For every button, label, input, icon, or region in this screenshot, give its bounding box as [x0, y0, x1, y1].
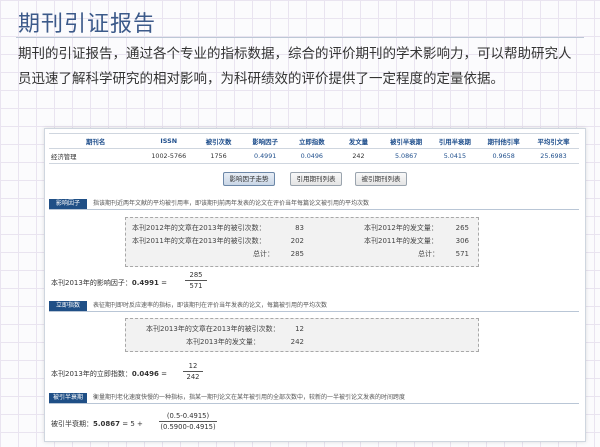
- immediacy-index-denominator: 242: [186, 373, 200, 381]
- citation-report-panel: 期刊名 ISSN 被引次数 影响因子 立即指数 发文量 被引半衰期 引用半衰期 …: [44, 128, 586, 442]
- right-total-label: 总计：: [418, 250, 439, 258]
- articles-2012-label: 本刊2012年的发文量：: [364, 224, 438, 232]
- column-header-issn: ISSN: [142, 133, 196, 149]
- column-header-avg-references: 平均引文率: [528, 133, 579, 149]
- cell-issn: 1002-5766: [142, 148, 196, 164]
- immediacy-index-equals-sign: =: [161, 370, 167, 378]
- immediacy-index-description: 表征期刊即时反应速率的指标，即该期刊在评价当年发表的论文，每篇被引用的平均次数: [93, 302, 328, 309]
- cited-half-life-section-header: 被引半衰期 衡量期刊老化速度快慢的一种指标，指某一期刊论文在某年被引用的全部次数…: [49, 393, 579, 404]
- citations-2012-label: 本刊2012年的文章在2013年的被引次数：: [132, 224, 266, 232]
- articles-2013-value: 242: [290, 338, 304, 346]
- right-total-value: 571: [455, 250, 469, 258]
- cell-cited-half-life: 5.0867: [381, 148, 431, 164]
- articles-2011-value: 306: [455, 237, 469, 245]
- left-total-value: 285: [290, 250, 304, 258]
- cell-journal-name[interactable]: 经济管理: [49, 148, 143, 164]
- cited-half-life-numerator: (0.5-0.4915): [166, 412, 210, 420]
- table-row: 经济管理 1002-5766 1756 0.4991 0.0496 242 5.…: [49, 148, 579, 164]
- citing-journals-list-button[interactable]: 引用期刊列表: [290, 172, 342, 186]
- cited-half-life-tag: 被引半衰期: [49, 393, 87, 403]
- cited-half-life-denominator: (0.5900-0.4915): [160, 423, 216, 431]
- intro-paragraph: 期刊的引证报告，通过各个专业的指标数据，综合的评价期刊的学术影响力，可以帮助研究…: [18, 46, 572, 87]
- cited-half-life-formula-value: 5.0867: [93, 420, 121, 428]
- impact-factor-formula-value: 0.4991: [131, 279, 159, 287]
- cited-half-life-formula-label: 被引半衰期：: [51, 420, 93, 428]
- cell-other-citation-rate: 0.9658: [479, 148, 528, 164]
- impact-factor-description: 指该期刊近两年文献的平均被引用率，即该期刊前两年发表的论文在评价当年每篇论文被引…: [93, 200, 370, 207]
- impact-factor-section-header: 影响因子 指该期刊近两年文献的平均被引用率，即该期刊前两年发表的论文在评价当年每…: [49, 199, 579, 210]
- immediacy-index-section-header: 立即指数 表征期刊即时反应速率的指标，即该期刊在评价当年发表的论文，每篇被引用的…: [49, 301, 579, 312]
- immediacy-index-formula-value: 0.0496: [131, 370, 159, 378]
- column-header-citing-half-life: 引用半衰期: [430, 133, 480, 149]
- immediacy-index-formula-label: 本刊2013年的立即指数：: [51, 370, 132, 378]
- impact-factor-calculation-box: 本刊2012年的文章在2013年的被引次数： 83 本刊2011年的文章在201…: [125, 217, 479, 267]
- cell-citing-half-life: 5.0415: [430, 148, 480, 164]
- citations-2011-value: 202: [290, 237, 304, 245]
- cell-avg-references: 25.6983: [528, 148, 579, 164]
- page-title: 期刊引证报告: [18, 12, 157, 37]
- cited-half-life-fraction: (0.5-0.4915) (0.5900-0.4915): [159, 411, 217, 432]
- column-header-immediacy-index: 立即指数: [288, 133, 336, 149]
- articles-2011-label: 本刊2011年的发文量：: [364, 237, 438, 245]
- column-header-citations: 被引次数: [195, 133, 242, 149]
- citations-2011-label: 本刊2011年的文章在2013年的被引次数：: [132, 237, 266, 245]
- impact-factor-fraction: 285 571: [185, 270, 207, 291]
- immediacy-index-fraction: 12 242: [183, 361, 203, 382]
- column-header-articles: 发文量: [335, 133, 382, 149]
- citations-2013-value: 12: [295, 325, 304, 333]
- immediacy-index-formula: 本刊2013年的立即指数：0.0496 =: [51, 369, 167, 379]
- articles-2012-value: 265: [455, 224, 469, 232]
- cited-journals-list-button[interactable]: 被引期刊列表: [355, 172, 407, 186]
- impact-factor-tag: 影响因子: [49, 199, 87, 209]
- immediacy-index-numerator: 12: [188, 362, 198, 370]
- citations-2013-label: 本刊2013年的文章在2013年的被引次数：: [146, 325, 280, 333]
- immediacy-index-tag: 立即指数: [49, 301, 87, 311]
- articles-2013-label: 本刊2013年的发文量：: [186, 338, 260, 346]
- column-header-cited-half-life: 被引半衰期: [381, 133, 431, 149]
- title-divider: [16, 37, 584, 38]
- cited-half-life-equals-sign: = 5 +: [122, 420, 143, 428]
- citations-2012-value: 83: [295, 224, 304, 232]
- impact-factor-trend-button[interactable]: 影响因子走势: [223, 172, 275, 186]
- column-header-impact-factor: 影响因子: [241, 133, 289, 149]
- impact-factor-formula: 本刊2013年的影响因子：0.4991 =: [51, 278, 167, 288]
- column-header-journal: 期刊名: [49, 133, 143, 149]
- cell-citations: 1756: [195, 148, 242, 164]
- table-header-row: 期刊名 ISSN 被引次数 影响因子 立即指数 发文量 被引半衰期 引用半衰期 …: [49, 133, 579, 149]
- cell-impact-factor: 0.4991: [241, 148, 289, 164]
- cited-half-life-formula: 被引半衰期：5.0867 = 5 +: [51, 419, 143, 429]
- cited-half-life-description: 衡量期刊老化速度快慢的一种指标，指某一期刊论文在某年被引用的全部次数中，较新的一…: [93, 394, 406, 401]
- left-total-label: 总计：: [253, 250, 274, 258]
- impact-factor-equals-sign: =: [161, 279, 167, 287]
- cell-articles: 242: [335, 148, 382, 164]
- impact-factor-denominator: 571: [189, 282, 203, 290]
- impact-factor-formula-label: 本刊2013年的影响因子：: [51, 279, 132, 287]
- journal-metrics-table: 期刊名 ISSN 被引次数 影响因子 立即指数 发文量 被引半衰期 引用半衰期 …: [49, 133, 579, 164]
- immediacy-index-calculation-box: 本刊2013年的文章在2013年的被引次数： 12 本刊2013年的发文量： 2…: [125, 318, 479, 352]
- cell-immediacy-index: 0.0496: [288, 148, 336, 164]
- column-header-other-citation-rate: 期刊他引率: [479, 133, 528, 149]
- impact-factor-numerator: 285: [189, 271, 203, 279]
